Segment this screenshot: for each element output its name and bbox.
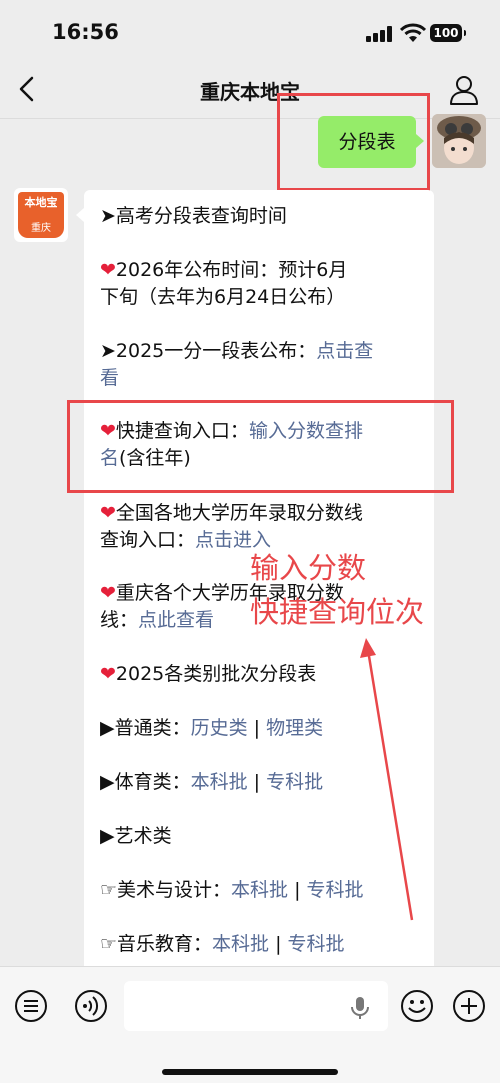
view-link[interactable]: 看 bbox=[100, 367, 119, 389]
status-time: 16:56 bbox=[52, 20, 119, 44]
arrow-icon bbox=[360, 638, 414, 921]
mic-icon[interactable] bbox=[350, 996, 370, 1020]
text-line: ▶普通类： bbox=[100, 717, 191, 739]
avatar-image-icon bbox=[432, 114, 486, 168]
separator: | bbox=[247, 717, 267, 739]
undergrad-link[interactable]: 本科批 bbox=[212, 933, 269, 955]
heart-icon: ❤ bbox=[100, 502, 116, 524]
undergrad-link[interactable]: 本科批 bbox=[191, 771, 248, 793]
my-avatar[interactable] bbox=[432, 114, 486, 168]
heart-icon: ❤ bbox=[100, 663, 116, 685]
voice-list-icon[interactable] bbox=[14, 989, 48, 1023]
msg-line-12: ☞音乐教育：本科批 | 专科批 bbox=[100, 931, 420, 958]
text-line: ➤2025一分一段表公布： bbox=[100, 340, 317, 362]
view-here-link[interactable]: 点此查看 bbox=[138, 609, 214, 631]
logo-text-bottom: 重庆 bbox=[18, 220, 64, 238]
college-link[interactable]: 专科批 bbox=[266, 771, 323, 793]
college-link[interactable]: 专科批 bbox=[307, 879, 364, 901]
wifi-icon bbox=[400, 23, 426, 42]
view-link[interactable]: 点击查 bbox=[316, 340, 373, 362]
msg-line-5: ❤全国各地大学历年录取分数线 查询入口：点击进入 bbox=[100, 500, 420, 554]
text-line: ➤高考分段表查询时间 bbox=[100, 205, 287, 227]
text-line: 线： bbox=[100, 609, 139, 631]
sender-avatar[interactable]: 本地宝 重庆 bbox=[14, 188, 68, 242]
text-line: 查询入口： bbox=[100, 529, 196, 551]
plus-icon[interactable] bbox=[452, 989, 486, 1023]
home-indicator bbox=[162, 1069, 338, 1075]
enter-link[interactable]: 点击进入 bbox=[195, 529, 271, 551]
heart-icon: ❤ bbox=[100, 582, 116, 604]
separator: | bbox=[269, 933, 288, 955]
undergrad-link[interactable]: 本科批 bbox=[231, 879, 288, 901]
input-bar bbox=[0, 966, 500, 1083]
heart-icon: ❤ bbox=[100, 259, 116, 281]
college-link[interactable]: 专科批 bbox=[288, 933, 345, 955]
logo-text-top: 本地宝 bbox=[18, 192, 64, 220]
msg-line-3: ➤2025一分一段表公布：点击查 看 bbox=[100, 338, 420, 392]
history-link[interactable]: 历史类 bbox=[191, 717, 248, 739]
physics-link[interactable]: 物理类 bbox=[266, 717, 323, 739]
battery-icon: 100 bbox=[430, 24, 466, 42]
msg-line-1: ➤高考分段表查询时间 bbox=[100, 203, 420, 230]
text-line: ☞美术与设计： bbox=[100, 879, 232, 901]
profile-icon[interactable] bbox=[448, 74, 480, 106]
text-line: ☞音乐教育： bbox=[100, 933, 213, 955]
separator: | bbox=[247, 771, 267, 793]
text-line: 2025各类别批次分段表 bbox=[115, 663, 317, 685]
highlight-box-sent bbox=[277, 93, 430, 191]
text-line: ▶体育类： bbox=[100, 771, 191, 793]
emoji-icon[interactable] bbox=[400, 989, 434, 1023]
annotation-line-1: 输入分数 bbox=[250, 551, 367, 585]
msg-line-2: ❤2026年公布时间：预计6月 下旬（去年为6月24日公布） bbox=[100, 257, 420, 311]
voice-icon[interactable] bbox=[74, 989, 108, 1023]
text-line: 2026年公布时间：预计6月 bbox=[115, 259, 348, 281]
text-line: 下旬（去年为6月24日公布） bbox=[100, 286, 346, 308]
highlight-box-entry bbox=[67, 400, 454, 493]
separator: | bbox=[288, 879, 307, 901]
annotation-line-2: 快捷查询位次 bbox=[250, 595, 425, 629]
text-line: ▶艺术类 bbox=[100, 825, 172, 847]
message-input[interactable] bbox=[124, 981, 388, 1031]
status-bar: 16:56 100 bbox=[0, 0, 500, 62]
signal-icon bbox=[366, 26, 396, 42]
text-line: 全国各地大学历年录取分数线 bbox=[115, 502, 363, 524]
